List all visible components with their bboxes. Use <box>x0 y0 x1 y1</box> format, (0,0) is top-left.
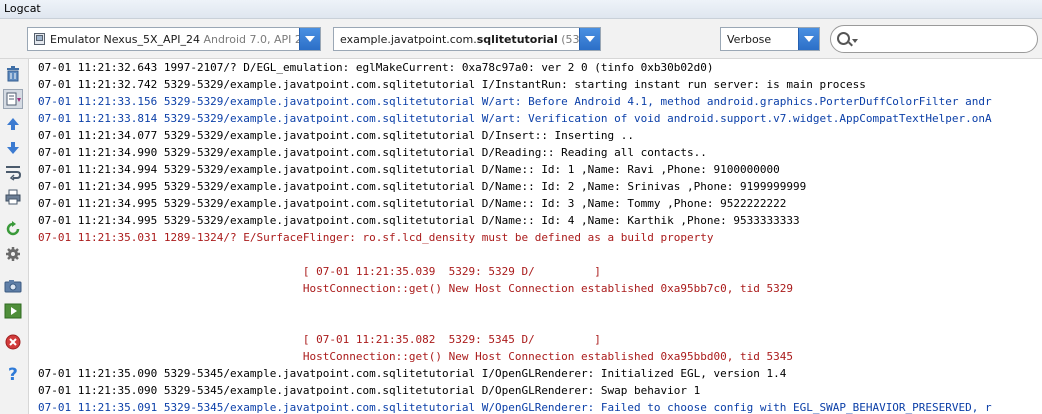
log-line: 07-01 11:21:35.090 5329-5345/example.jav… <box>38 384 701 397</box>
log-level-dropdown-arrow[interactable] <box>798 28 819 50</box>
log-level-value: Verbose <box>727 33 772 46</box>
device-detail: Android 7.0, API 24 <box>203 33 309 46</box>
process-name-package: sqlitetutorial <box>476 33 558 46</box>
log-line: 07-01 11:21:35.091 5329-5345/example.jav… <box>38 401 992 414</box>
log-line: 07-01 11:21:32.643 1997-2107/? D/EGL_emu… <box>38 61 714 74</box>
device-selector[interactable]: Emulator Nexus_5X_API_24 Android 7.0, AP… <box>27 27 321 51</box>
log-line: 07-01 11:21:34.995 5329-5329/example.jav… <box>38 214 800 227</box>
search-input[interactable] <box>859 30 1033 50</box>
logcat-output[interactable]: 07-01 11:21:32.643 1997-2107/? D/EGL_emu… <box>29 59 1042 414</box>
gear-icon[interactable] <box>4 245 22 263</box>
search-field[interactable] <box>830 25 1038 53</box>
process-dropdown-arrow[interactable] <box>579 28 600 50</box>
log-line: 07-01 11:21:33.156 5329-5329/example.jav… <box>38 95 992 108</box>
trash-icon[interactable] <box>4 65 22 83</box>
search-icon[interactable] <box>837 32 850 45</box>
device-dropdown-arrow[interactable] <box>299 28 320 50</box>
camera-icon[interactable] <box>4 277 22 295</box>
log-line: [ 07-01 11:21:35.039 5329: 5329 D/ ] <box>38 265 601 278</box>
logcat-sidebar: ? <box>0 59 29 414</box>
up-arrow-icon[interactable] <box>4 115 22 133</box>
help-icon[interactable]: ? <box>4 364 22 385</box>
stop-icon[interactable] <box>4 333 22 351</box>
process-selector[interactable]: example.javatpoint.com.sqlitetutorial (5… <box>333 27 601 51</box>
search-history-icon[interactable] <box>852 39 858 43</box>
device-name: Emulator Nexus_5X_API_24 <box>50 33 200 46</box>
logcat-toolbar: Emulator Nexus_5X_API_24 Android 7.0, AP… <box>0 19 1042 59</box>
log-line: 07-01 11:21:32.742 5329-5329/example.jav… <box>38 78 866 91</box>
restart-icon[interactable] <box>4 220 22 238</box>
record-icon[interactable] <box>4 302 22 320</box>
scroll-end-icon[interactable] <box>3 89 23 109</box>
log-line: 07-01 11:21:33.814 5329-5329/example.jav… <box>38 112 992 125</box>
log-line: 07-01 11:21:34.990 5329-5329/example.jav… <box>38 146 707 159</box>
log-line: [ 07-01 11:21:35.082 5329: 5345 D/ ] <box>38 333 601 346</box>
device-icon <box>34 33 45 45</box>
print-icon[interactable] <box>4 188 22 206</box>
log-line: 07-01 11:21:34.994 5329-5329/example.jav… <box>38 163 780 176</box>
wrap-icon[interactable] <box>4 163 22 181</box>
log-line: HostConnection::get() New Host Connectio… <box>38 282 793 295</box>
process-name-prefix: example.javatpoint.com. <box>340 33 477 46</box>
down-arrow-icon[interactable] <box>4 139 22 157</box>
window-titlebar: Logcat <box>0 0 1042 19</box>
log-line: 07-01 11:21:34.077 5329-5329/example.jav… <box>38 129 635 142</box>
log-line: 07-01 11:21:34.995 5329-5329/example.jav… <box>38 180 807 193</box>
log-line: 07-01 11:21:35.090 5329-5345/example.jav… <box>38 367 787 380</box>
log-level-selector[interactable]: Verbose <box>720 27 820 51</box>
log-line: HostConnection::get() New Host Connectio… <box>38 350 793 363</box>
window-title: Logcat <box>4 2 41 15</box>
log-line: 07-01 11:21:34.995 5329-5329/example.jav… <box>38 197 787 210</box>
svg-text:?: ? <box>8 365 18 382</box>
log-line: 07-01 11:21:35.031 1289-1324/? E/Surface… <box>38 231 714 244</box>
